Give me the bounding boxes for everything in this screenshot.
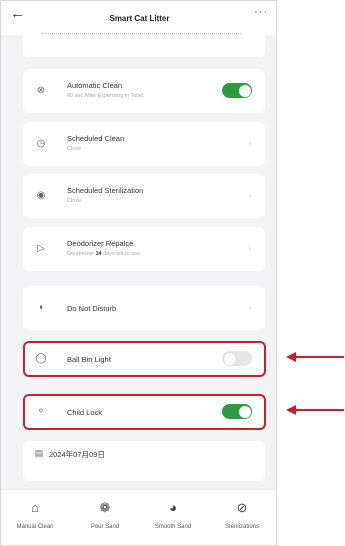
sterilization-icon: ⊘	[236, 500, 248, 515]
arrow-head	[286, 352, 296, 362]
toggle-knob	[238, 84, 251, 97]
bottom-bar-label: Pour Sand	[90, 524, 120, 530]
setting-automatic-clean[interactable]: ⊗ Automatic Clean 60 sec After Expensing…	[23, 69, 265, 113]
automatic-clean-toggle[interactable]	[222, 83, 252, 98]
annotation-arrow-ball-bin-light	[286, 352, 344, 362]
ball-bin-light-highlight	[23, 341, 266, 377]
sterilizations-button[interactable]: ⊘ Sterilizations	[212, 498, 272, 530]
truncated-text-line	[41, 33, 241, 34]
house-icon: ⌂	[31, 500, 39, 515]
chevron-right-icon: ›	[248, 244, 251, 253]
setting-deodorizer-replace[interactable]: ▷ Deodorizer Repalce Deodorizer 14 days …	[23, 227, 265, 271]
bottom-bar-label: Smooth Sand	[154, 524, 192, 530]
pour-sand-icon: ❁	[99, 500, 111, 515]
arrow-shaft	[294, 356, 344, 358]
setting-scheduled-clean[interactable]: ◷ Scheduled Clean Close ›	[23, 122, 265, 166]
app-screen: ← Smart Cat Litter ··· ⊗ Automatic Clean…	[0, 0, 277, 546]
shield-icon: ◉	[36, 190, 46, 201]
setting-label: Do Not Disturb	[67, 304, 117, 313]
setting-label: Scheduled Sterilization	[67, 186, 144, 195]
date-text: 2024年07月09日	[49, 450, 105, 459]
x-circle-icon: ⊗	[36, 85, 46, 96]
arrow-head	[286, 405, 296, 415]
days-left-value: 14	[95, 251, 102, 257]
chevron-right-icon: ›	[248, 303, 251, 312]
smooth-sand-button[interactable]: ◕ Smooth Sand	[143, 498, 203, 530]
previous-card-partial	[23, 29, 265, 57]
setting-label: Scheduled Clean	[67, 134, 125, 143]
chevron-right-icon: ›	[248, 139, 251, 148]
subtitle-prefix: Deodorizer	[67, 251, 94, 257]
setting-subtitle: Deodorizer 14 days left to use	[67, 251, 140, 257]
setting-subtitle: Close	[67, 146, 82, 152]
bottom-bar-label: Sterilizations	[224, 524, 259, 530]
setting-subtitle: 60 sec After Expensing in Toilet	[67, 93, 144, 99]
back-arrow-icon[interactable]: ←	[10, 5, 25, 22]
calendar-icon: ▤	[34, 448, 44, 458]
annotation-arrow-child-lock	[286, 405, 344, 415]
chevron-right-icon: ›	[248, 191, 251, 200]
setting-scheduled-sterilization[interactable]: ◉ Scheduled Sterilization Close ›	[23, 174, 265, 218]
smooth-sand-icon: ◕	[169, 500, 177, 515]
subtitle-suffix: days left to use	[103, 251, 141, 257]
setting-label: Automatic Clean	[67, 81, 123, 90]
child-lock-highlight	[23, 394, 266, 430]
page-title: Smart Cat Litter	[109, 13, 170, 23]
setting-subtitle: Close	[67, 198, 82, 204]
moon-clock-icon: ◖	[37, 302, 45, 313]
tag-icon: ▷	[37, 243, 45, 254]
alarm-clock-icon: ◷	[36, 138, 46, 149]
setting-label: Deodorizer Repalce	[67, 239, 134, 248]
manual-clean-button[interactable]: ⌂ Manual Clean	[5, 498, 65, 530]
more-options-icon[interactable]: ···	[254, 6, 268, 18]
pour-sand-button[interactable]: ❁ Pour Sand	[75, 498, 135, 530]
arrow-shaft	[294, 409, 344, 411]
date-record-card[interactable]: ▤ 2024年07月09日	[23, 441, 265, 481]
bottom-bar-label: Manual Clean	[16, 524, 54, 530]
bottom-action-bar: ⌂ Manual Clean ❁ Pour Sand ◕ Smooth Sand…	[1, 489, 276, 545]
setting-do-not-disturb[interactable]: ◖ Do Not Disturb ›	[23, 286, 265, 330]
